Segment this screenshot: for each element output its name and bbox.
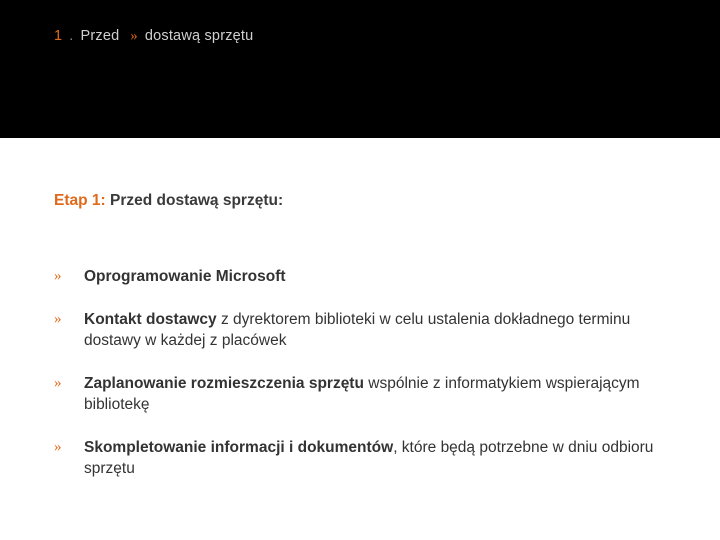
list-item: » Kontakt dostawcy z dyrektorem bibliote… bbox=[54, 309, 662, 351]
list-item-text: Zaplanowanie rozmieszczenia sprzętu wspó… bbox=[84, 373, 662, 415]
list-item-text: Skompletowanie informacji i dokumentów, … bbox=[84, 437, 662, 479]
section-title-rest: Przed dostawą sprzętu: bbox=[106, 192, 283, 209]
breadcrumb-separator: . bbox=[69, 28, 73, 44]
list-item-text: Kontakt dostawcy z dyrektorem biblioteki… bbox=[84, 309, 662, 351]
bullet-icon: » bbox=[54, 437, 68, 458]
slide-header: 1 . Przed » dostawą sprzętu bbox=[0, 0, 720, 138]
section-title: Etap 1: Przed dostawą sprzętu: bbox=[54, 192, 662, 210]
bullet-list: » Oprogramowanie Microsoft » Kontakt dos… bbox=[54, 266, 662, 479]
list-item-bold: Oprogramowanie Microsoft bbox=[84, 268, 286, 285]
list-item-bold: Skompletowanie informacji i dokumentów bbox=[84, 439, 393, 456]
list-item-text: Oprogramowanie Microsoft bbox=[84, 266, 286, 287]
bullet-icon: » bbox=[54, 266, 68, 287]
breadcrumb-rest: dostawą sprzętu bbox=[145, 28, 254, 44]
section-title-accent: Etap 1: bbox=[54, 192, 106, 209]
list-item: » Skompletowanie informacji i dokumentów… bbox=[54, 437, 662, 479]
bullet-icon: » bbox=[54, 309, 68, 330]
list-item-bold: Kontakt dostawcy bbox=[84, 311, 217, 328]
chevron-right-icon: » bbox=[130, 28, 137, 45]
breadcrumb-number: 1 bbox=[54, 28, 62, 44]
slide-content: Etap 1: Przed dostawą sprzętu: » Oprogra… bbox=[0, 138, 720, 479]
list-item-bold: Zaplanowanie rozmieszczenia sprzętu bbox=[84, 375, 364, 392]
bullet-icon: » bbox=[54, 373, 68, 394]
breadcrumb-first-word: Przed bbox=[81, 28, 120, 44]
breadcrumb: 1 . Przed » dostawą sprzętu bbox=[54, 28, 666, 45]
list-item: » Zaplanowanie rozmieszczenia sprzętu ws… bbox=[54, 373, 662, 415]
list-item: » Oprogramowanie Microsoft bbox=[54, 266, 662, 287]
